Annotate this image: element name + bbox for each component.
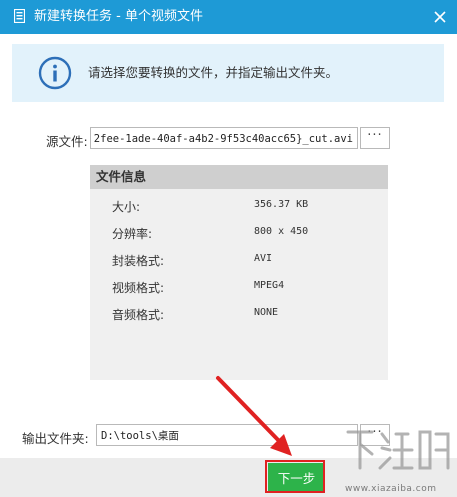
- arrow-annotation-icon: [216, 376, 292, 456]
- source-file-input[interactable]: [91, 128, 357, 148]
- output-label: 输出文件夹:: [22, 431, 89, 446]
- info-value: 800 x 450: [254, 226, 309, 237]
- info-icon: [38, 56, 72, 90]
- watermark-text: www.xiazaiba.com: [345, 484, 437, 494]
- file-info-header: 文件信息: [90, 165, 388, 189]
- source-file-field[interactable]: [90, 127, 358, 149]
- document-icon: [14, 9, 25, 23]
- info-key: 音频格式:: [112, 308, 165, 322]
- info-row: 视频格式: MPEG4: [90, 279, 388, 299]
- source-browse-button[interactable]: ···: [360, 127, 390, 149]
- close-icon[interactable]: [429, 6, 451, 28]
- info-key: 大小:: [112, 200, 141, 214]
- tip-text: 请选择您要转换的文件，并指定输出文件夹。: [88, 65, 339, 80]
- info-value: 356.37 KB: [254, 199, 309, 210]
- info-key: 分辨率:: [112, 227, 153, 241]
- window-title: 新建转换任务 - 单个视频文件: [34, 9, 203, 24]
- info-key: 视频格式:: [112, 281, 165, 295]
- tip-banner: 请选择您要转换的文件，并指定输出文件夹。: [12, 44, 444, 102]
- source-label: 源文件:: [46, 134, 88, 149]
- info-key: 封装格式:: [112, 254, 165, 268]
- info-row: 分辨率: 800 x 450: [90, 225, 388, 245]
- title-bar: 新建转换任务 - 单个视频文件: [0, 0, 457, 34]
- info-row: 大小: 356.37 KB: [90, 198, 388, 218]
- info-value: MPEG4: [254, 280, 285, 291]
- info-row: 音频格式: NONE: [90, 306, 388, 326]
- file-info-panel: 文件信息 大小: 356.37 KB 分辨率: 800 x 450 封装格式: …: [90, 165, 388, 380]
- info-value: NONE: [254, 307, 279, 318]
- info-row: 封装格式: AVI: [90, 252, 388, 272]
- info-value: AVI: [254, 253, 273, 264]
